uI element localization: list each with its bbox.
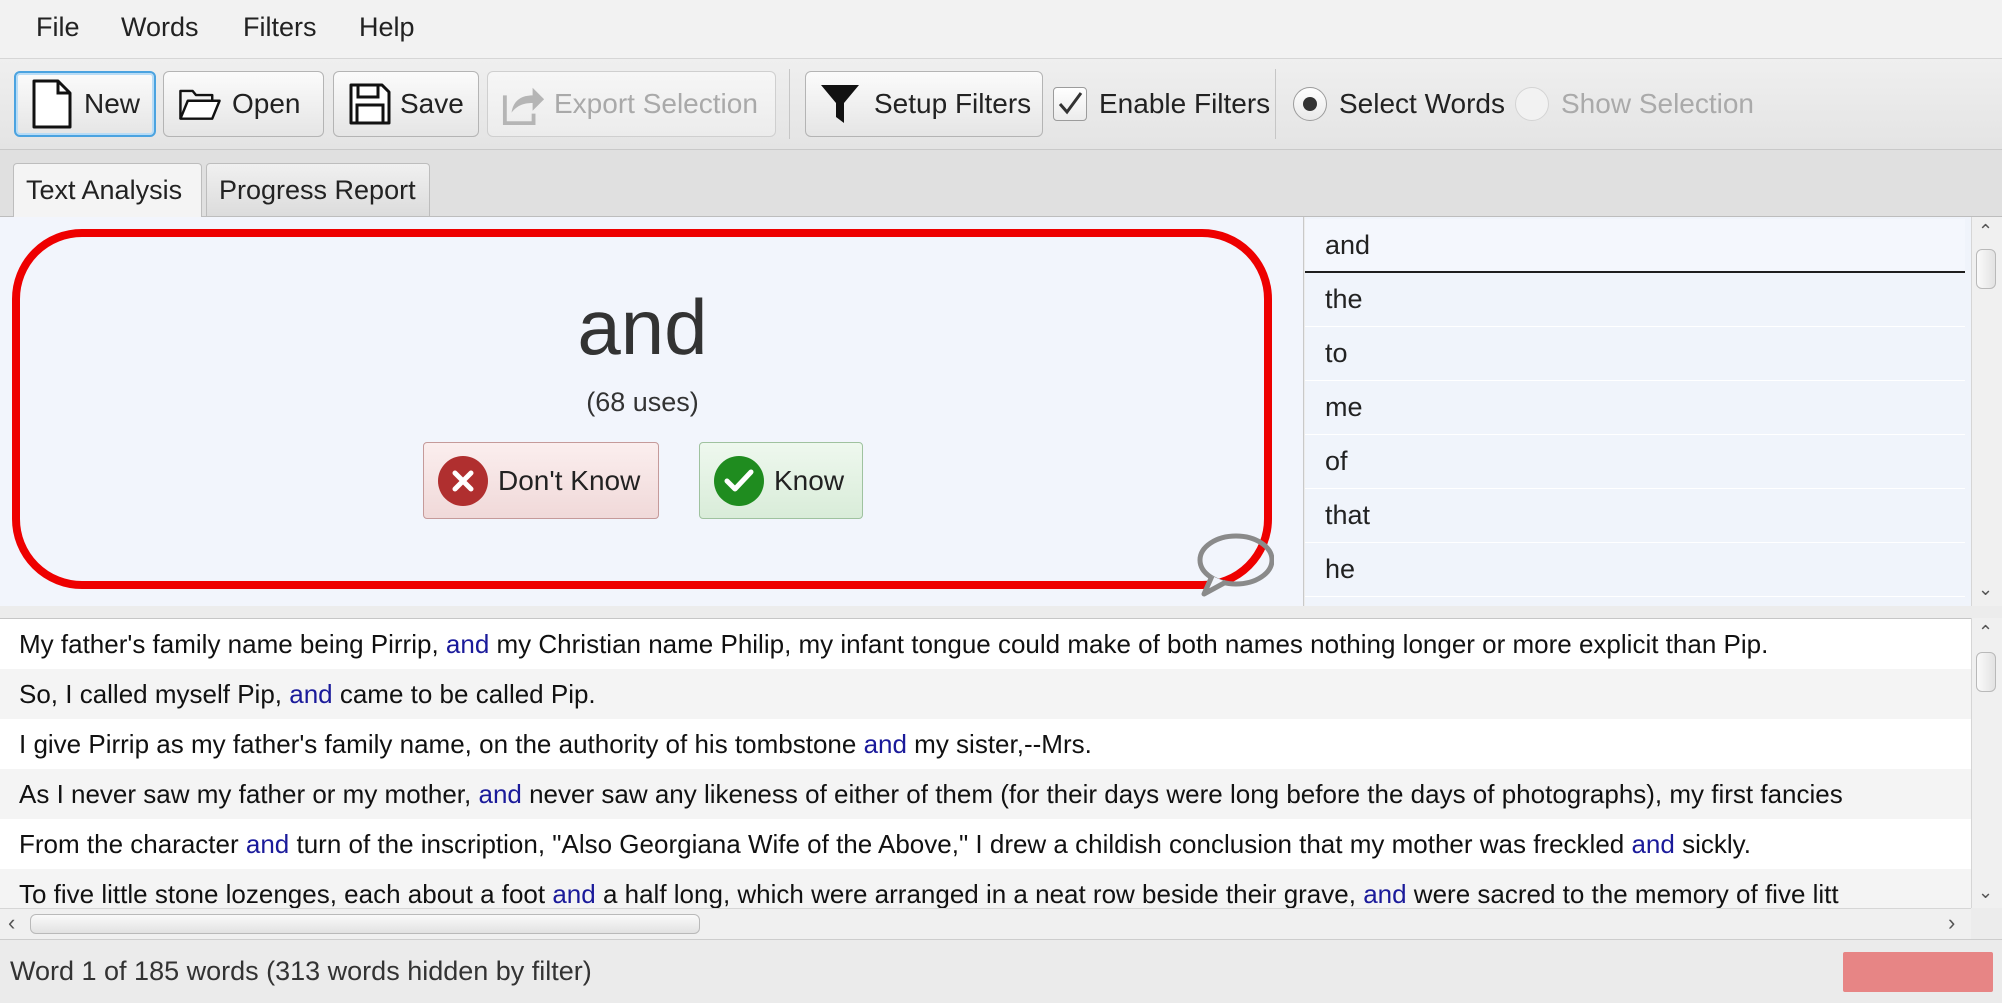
- menu-file[interactable]: File: [36, 12, 80, 43]
- toolbar: New Open Save Export Selection Setup Fil…: [0, 59, 2002, 150]
- export-icon: [502, 79, 546, 129]
- status-indicator: [1843, 952, 1993, 992]
- toolbar-separator: [789, 69, 790, 139]
- chevron-down-icon[interactable]: ⌄: [1978, 882, 1993, 903]
- sentence-text: my sister,--Mrs.: [906, 729, 1092, 759]
- word-list-scrollbar[interactable]: ⌃ ⌄: [1971, 217, 2002, 606]
- sentence-text: turn of the inscription, "Also Georgiana…: [289, 829, 1632, 859]
- sentence-text: My father's family name being Pirrip,: [19, 629, 446, 659]
- sentence-row[interactable]: From the character and turn of the inscr…: [0, 819, 1971, 869]
- scroll-corner: [1971, 908, 2002, 938]
- menu-words[interactable]: Words: [121, 12, 199, 43]
- enable-filters-checkbox[interactable]: [1053, 87, 1087, 121]
- keyword-match: and: [552, 879, 596, 909]
- current-word: and: [577, 283, 708, 371]
- sentence-list-scrollbar[interactable]: ⌃ ⌄: [1971, 618, 2002, 908]
- keyword-match: and: [245, 829, 290, 859]
- keyword-match: and: [1363, 879, 1407, 909]
- dont-know-label: Don't Know: [498, 464, 641, 496]
- sentence-text: a half long, which were arranged in a ne…: [595, 879, 1364, 909]
- list-item[interactable]: me: [1305, 381, 1965, 435]
- sentence-row[interactable]: I give Pirrip as my father's family name…: [0, 719, 1971, 769]
- checkmark-icon: [1058, 92, 1083, 115]
- sentence-text: sickly.: [1674, 829, 1751, 859]
- tab-progress-report[interactable]: Progress Report: [206, 163, 430, 216]
- sentence-row[interactable]: As I never saw my father or my mother, a…: [0, 769, 1971, 819]
- new-button-label: New: [84, 88, 141, 119]
- tab-text-analysis-label: Text Analysis: [26, 175, 183, 205]
- keyword-match: and: [1631, 829, 1675, 859]
- radio-selected-dot: [1303, 97, 1317, 111]
- list-item[interactable]: to: [1305, 327, 1965, 381]
- new-button[interactable]: New: [14, 71, 156, 137]
- know-button[interactable]: Know: [699, 442, 863, 519]
- keyword-match: and: [863, 729, 907, 759]
- chevron-right-icon[interactable]: ›: [1948, 910, 1955, 936]
- sentence-list: My father's family name being Pirrip, an…: [0, 618, 1971, 909]
- check-circle-icon: [714, 455, 764, 506]
- sentence-text: So, I called myself Pip,: [19, 679, 290, 709]
- list-item-selected[interactable]: and: [1305, 219, 1965, 273]
- sentence-text: From the character: [19, 829, 246, 859]
- show-selection-radio[interactable]: [1515, 87, 1549, 121]
- filter-funnel-icon: [818, 79, 862, 129]
- sentence-text: were sacred to the memory of five litt: [1406, 879, 1839, 909]
- sentence-text: To five little stone lozenges, each abou…: [19, 879, 553, 909]
- chevron-left-icon[interactable]: ‹: [8, 910, 15, 936]
- scrollbar-thumb[interactable]: [1976, 249, 1996, 289]
- menu-filters[interactable]: Filters: [243, 12, 317, 43]
- tab-text-analysis[interactable]: Text Analysis: [13, 163, 202, 217]
- save-button[interactable]: Save: [333, 71, 479, 137]
- x-circle-icon: [438, 455, 488, 506]
- list-item[interactable]: of: [1305, 435, 1965, 489]
- sentence-text: I give Pirrip as my father's family name…: [19, 729, 864, 759]
- keyword-match: and: [445, 629, 490, 659]
- chevron-up-icon[interactable]: ⌃: [1978, 622, 1993, 643]
- sentence-text: As I never saw my father or my mother,: [19, 779, 479, 809]
- menu-help[interactable]: Help: [359, 12, 415, 43]
- save-button-label: Save: [400, 88, 464, 119]
- sentence-row[interactable]: My father's family name being Pirrip, an…: [0, 619, 1971, 669]
- know-label: Know: [774, 464, 845, 496]
- sentence-horizontal-scrollbar[interactable]: ‹ ›: [0, 908, 1971, 939]
- sentence-text: my Christian name Philip, my infant tong…: [489, 629, 1769, 659]
- dont-know-button[interactable]: Don't Know: [423, 442, 659, 519]
- export-selection-button[interactable]: Export Selection: [487, 71, 776, 137]
- list-item[interactable]: the: [1305, 273, 1965, 327]
- tab-bar: Text Analysis Progress Report: [0, 150, 2002, 217]
- show-selection-label: Show Selection: [1561, 88, 1755, 119]
- new-document-icon: [30, 79, 74, 129]
- list-item[interactable]: he: [1305, 543, 1965, 597]
- save-disk-icon: [348, 79, 392, 129]
- sentence-row[interactable]: To five little stone lozenges, each abou…: [0, 869, 1971, 909]
- select-words-label: Select Words: [1339, 88, 1505, 119]
- sentence-text: never saw any likeness of either of them…: [521, 779, 1843, 809]
- scrollbar-thumb[interactable]: [30, 914, 700, 934]
- scrollbar-thumb[interactable]: [1976, 652, 1996, 692]
- select-words-radio[interactable]: [1293, 87, 1327, 121]
- word-use-count: (68 uses): [586, 387, 699, 417]
- word-card-panel: and (68 uses) Don't Know Know: [0, 217, 1304, 606]
- sentence-text: came to be called Pip.: [332, 679, 596, 709]
- speech-bubble-icon[interactable]: [1192, 530, 1275, 607]
- chevron-down-icon[interactable]: ⌄: [1978, 579, 1993, 600]
- keyword-match: and: [478, 779, 522, 809]
- word-list: and the to me of that he: [1305, 217, 1971, 606]
- keyword-match: and: [289, 679, 333, 709]
- export-selection-label: Export Selection: [554, 88, 758, 119]
- open-button-label: Open: [232, 88, 301, 119]
- setup-filters-label: Setup Filters: [874, 88, 1032, 119]
- tab-progress-report-label: Progress Report: [219, 174, 416, 205]
- sentence-row[interactable]: So, I called myself Pip, and came to be …: [0, 669, 1971, 719]
- menu-bar: File Words Filters Help: [0, 0, 2002, 59]
- toolbar-separator: [1275, 69, 1276, 139]
- enable-filters-label: Enable Filters: [1099, 88, 1271, 119]
- setup-filters-button[interactable]: Setup Filters: [805, 71, 1043, 137]
- status-text: Word 1 of 185 words (313 words hidden by…: [10, 956, 592, 986]
- chevron-up-icon[interactable]: ⌃: [1978, 221, 1993, 242]
- open-folder-icon: [178, 79, 222, 129]
- list-item[interactable]: that: [1305, 489, 1965, 543]
- open-button[interactable]: Open: [163, 71, 324, 137]
- status-bar: Word 1 of 185 words (313 words hidden by…: [0, 939, 2002, 1003]
